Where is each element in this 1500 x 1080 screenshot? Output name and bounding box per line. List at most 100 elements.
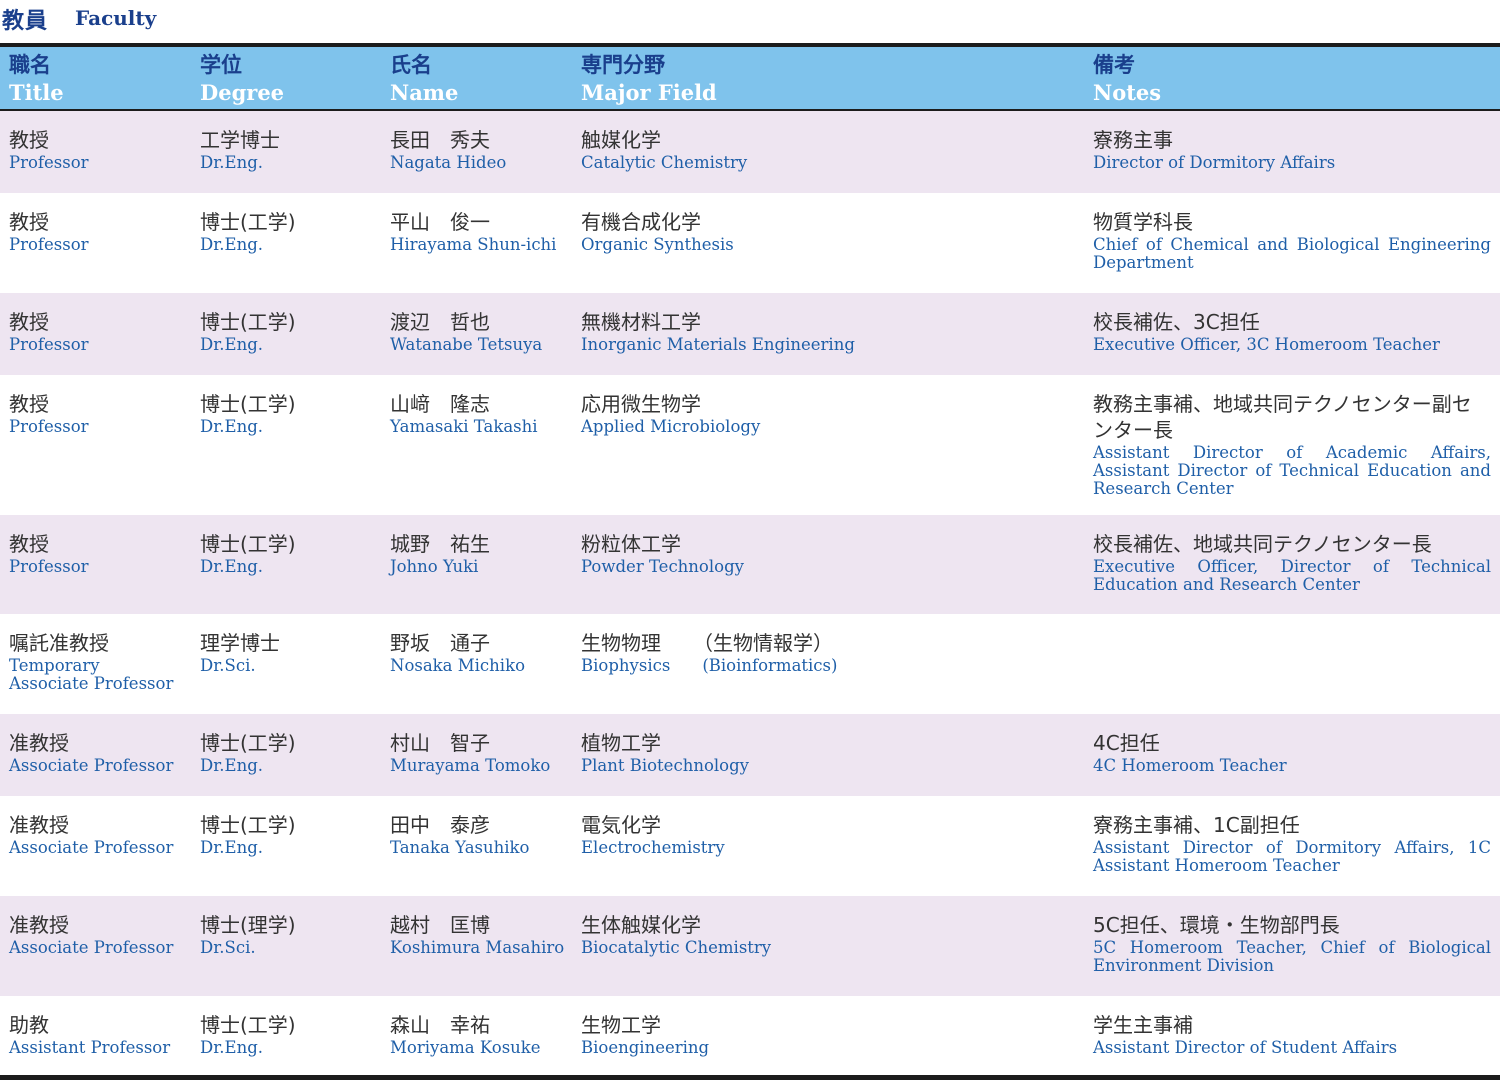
- field-ja: 有機合成化学: [581, 210, 701, 234]
- header-name: 氏名 Name: [390, 52, 458, 106]
- name-cell: 渡辺 哲也 Watanabe Tetsuya: [390, 309, 575, 354]
- degree-ja: 博士(工学): [200, 310, 296, 334]
- notes-en: 4C Homeroom Teacher: [1093, 756, 1287, 775]
- header-title-en: Title: [9, 80, 64, 105]
- title-ja: 教授: [9, 532, 49, 556]
- degree-cell: 博士(工学) Dr.Eng.: [200, 309, 385, 354]
- degree-ja: 博士(工学): [200, 210, 296, 234]
- field-ja-sub: （生物情報学）: [693, 631, 833, 655]
- field-ja: 電気化学: [581, 813, 661, 837]
- name-ja: 野坂 通子: [390, 631, 490, 655]
- field-en: Inorganic Materials Engineering: [581, 335, 855, 354]
- notes-cell: 校長補佐、地域共同テクノセンター長 Executive Officer, Dire…: [1093, 531, 1491, 594]
- field-en: Electrochemistry: [581, 838, 725, 857]
- name-cell: 田中 泰彦 Tanaka Yasuhiko: [390, 812, 575, 857]
- degree-cell: 博士(工学) Dr.Eng.: [200, 730, 385, 775]
- name-en: Nagata Hideo: [390, 153, 507, 172]
- degree-ja: 博士(工学): [200, 532, 296, 556]
- name-en: Nosaka Michiko: [390, 656, 526, 675]
- header-field-en: Major Field: [581, 80, 717, 105]
- title-cell: 教授 Professor: [9, 531, 194, 576]
- title-cell: 教授 Professor: [9, 209, 194, 254]
- field-en: Powder Technology: [581, 557, 744, 576]
- table-row: 助教 Assistant Professor 博士(工学) Dr.Eng. 森山 幸…: [0, 996, 1500, 1075]
- degree-cell: 博士(理学) Dr.Sci.: [200, 912, 385, 957]
- title-cell: 嘱託准教授 Temporary Associate Professor: [9, 630, 194, 693]
- header-degree: 学位 Degree: [200, 52, 284, 106]
- field-en-sub: (Bioinformatics): [702, 656, 838, 675]
- name-en: Johno Yuki: [390, 557, 479, 576]
- field-cell: 生物物理 （生物情報学） Biophysics (Bioinformatics): [581, 630, 1081, 675]
- notes-en: Assistant Director of Student Affairs: [1093, 1038, 1398, 1057]
- notes-ja: 教務主事補、地域共同テクノセンター副センター長: [1093, 392, 1472, 442]
- heading-en: Faculty: [75, 6, 157, 30]
- field-en: Biocatalytic Chemistry: [581, 938, 772, 957]
- title-cell: 教授 Professor: [9, 127, 194, 172]
- name-ja: 村山 智子: [390, 731, 490, 755]
- title-en: Assistant Professor: [9, 1038, 171, 1057]
- field-cell: 応用微生物学 Applied Microbiology: [581, 391, 1081, 436]
- notes-cell: 寮務主事 Director of Dormitory Affairs: [1093, 127, 1491, 172]
- degree-en: Dr.Sci.: [200, 656, 256, 675]
- title-en: Professor: [9, 235, 89, 254]
- degree-en: Dr.Eng.: [200, 235, 264, 254]
- degree-ja: 博士(工学): [200, 813, 296, 837]
- title-en: Professor: [9, 557, 89, 576]
- title-ja: 准教授: [9, 731, 69, 755]
- field-en: Plant Biotechnology: [581, 756, 749, 775]
- field-cell: 粉粒体工学 Powder Technology: [581, 531, 1081, 576]
- notes-ja: 学生主事補: [1093, 1013, 1193, 1037]
- field-en-line: Biophysics (Bioinformatics): [581, 657, 1081, 675]
- notes-en: Assistant Director of Academic Affairs, …: [1093, 443, 1491, 498]
- notes-en: Executive Officer, 3C Homeroom Teacher: [1093, 335, 1440, 354]
- field-cell: 植物工学 Plant Biotechnology: [581, 730, 1081, 775]
- title-ja: 准教授: [9, 913, 69, 937]
- field-ja: 触媒化学: [581, 128, 661, 152]
- title-cell: 教授 Professor: [9, 391, 194, 436]
- title-en: Professor: [9, 335, 89, 354]
- header-degree-en: Degree: [200, 80, 285, 105]
- title-ja: 教授: [9, 210, 49, 234]
- degree-ja: 博士(理学): [200, 913, 296, 937]
- title-cell: 准教授 Associate Professor: [9, 812, 194, 857]
- name-ja: 越村 匡博: [390, 913, 490, 937]
- name-cell: 山﨑 隆志 Yamasaki Takashi: [390, 391, 575, 436]
- name-cell: 長田 秀夫 Nagata Hideo: [390, 127, 575, 172]
- field-en: Biophysics: [581, 656, 671, 675]
- name-cell: 村山 智子 Murayama Tomoko: [390, 730, 575, 775]
- notes-ja: 5C担任、環境・生物部門長: [1093, 913, 1340, 937]
- title-en: Associate Professor: [9, 756, 174, 775]
- table-row: 准教授 Associate Professor 博士(理学) Dr.Sci. 越村 …: [0, 896, 1500, 996]
- name-cell: 野坂 通子 Nosaka Michiko: [390, 630, 575, 675]
- header-title-ja: 職名: [9, 53, 51, 77]
- name-cell: 平山 俊一 Hirayama Shun-ichi: [390, 209, 575, 254]
- field-ja-line: 生物物理 （生物情報学）: [581, 630, 1081, 656]
- degree-cell: 博士(工学) Dr.Eng.: [200, 812, 385, 857]
- title-ja: 准教授: [9, 813, 69, 837]
- title-en: Associate Professor: [9, 938, 174, 957]
- name-en: Hirayama Shun-ichi: [390, 235, 557, 254]
- notes-cell: 4C担任 4C Homeroom Teacher: [1093, 730, 1491, 775]
- bottom-rule: [0, 1075, 1500, 1080]
- title-ja: 教授: [9, 128, 49, 152]
- title-en: Professor: [9, 417, 89, 436]
- name-cell: 越村 匡博 Koshimura Masahiro: [390, 912, 575, 957]
- notes-cell: 校長補佐、3C担任 Executive Officer, 3C Homeroom …: [1093, 309, 1491, 354]
- header-degree-ja: 学位: [200, 53, 242, 77]
- degree-en: Dr.Eng.: [200, 417, 264, 436]
- field-en: Organic Synthesis: [581, 235, 734, 254]
- notes-en: Chief of Chemical and Biological Enginee…: [1093, 235, 1491, 272]
- field-en: Applied Microbiology: [581, 417, 761, 436]
- table-row: 教授 Professor 博士(工学) Dr.Eng. 山﨑 隆志 Yamasaki …: [0, 375, 1500, 515]
- name-en: Yamasaki Takashi: [390, 417, 538, 436]
- name-en: Murayama Tomoko: [390, 756, 551, 775]
- field-cell: 電気化学 Electrochemistry: [581, 812, 1081, 857]
- field-ja: 応用微生物学: [581, 392, 701, 416]
- name-cell: 城野 祐生 Johno Yuki: [390, 531, 575, 576]
- name-ja: 城野 祐生: [390, 532, 490, 556]
- table-row: 准教授 Associate Professor 博士(工学) Dr.Eng. 田中 …: [0, 796, 1500, 896]
- title-en: Temporary Associate Professor: [9, 656, 174, 693]
- notes-cell: 学生主事補 Assistant Director of Student Affai…: [1093, 1012, 1491, 1057]
- notes-cell: [1093, 630, 1491, 631]
- degree-ja: 理学博士: [200, 631, 280, 655]
